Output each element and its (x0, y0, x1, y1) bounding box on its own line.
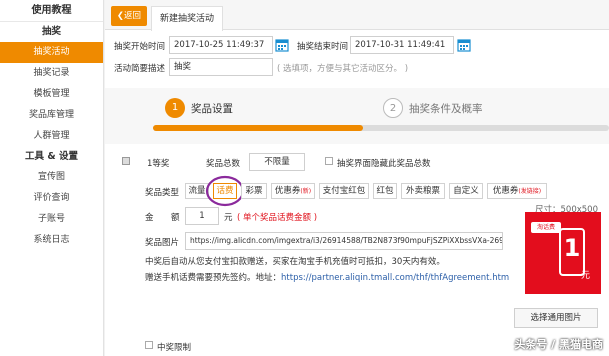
sidebar-item-template-management[interactable]: 模板管理 (0, 84, 103, 105)
type-food-voucher-button[interactable]: 外卖粮票 (401, 183, 445, 199)
amount-input[interactable]: 1 (185, 207, 219, 225)
type-coupon-new-button[interactable]: 优惠券(新) (271, 183, 315, 199)
prize-enable-checkbox[interactable] (122, 157, 130, 165)
step-1-label[interactable]: 奖品设置 (191, 101, 233, 116)
sidebar-item-sub-account[interactable]: 子账号 (0, 209, 103, 230)
sidebar-item-prize-library[interactable]: 奖品库管理 (0, 105, 103, 126)
amount-unit: 元 (224, 213, 233, 223)
win-limit-checkbox[interactable] (145, 341, 153, 349)
badge-title: 淘话费 (531, 222, 561, 233)
sidebar-item-system-log[interactable]: 系统日志 (0, 230, 103, 251)
sidebar-item-review-query[interactable]: 评价查询 (0, 188, 103, 209)
description-label: 活动简要描述 (114, 64, 166, 74)
back-label: 返回 (124, 11, 142, 21)
calendar-icon[interactable] (457, 38, 471, 52)
sidebar-title[interactable]: 使用教程 (0, 0, 103, 22)
sidebar-item-audience-management[interactable]: 人群管理 (0, 126, 103, 147)
prize-description-line2: 赠送手机话费需要预先签约。地址：https://partner.aliqin.t… (145, 271, 509, 283)
badge-unit: 元 (581, 271, 591, 281)
sidebar-item-promo-image[interactable]: 宣传图 (0, 167, 103, 188)
hide-total-checkbox[interactable] (325, 157, 333, 165)
step-2-number: 2 (383, 98, 403, 118)
calendar-icon[interactable] (275, 38, 289, 52)
start-time-input[interactable]: 2017-10-25 11:49:37 (169, 36, 273, 54)
back-button[interactable]: ❮返回 (111, 6, 147, 26)
type-redpacket-button[interactable]: 红包 (373, 183, 397, 199)
start-time-label: 抽奖开始时间 (114, 42, 166, 52)
tab-bar: ❮返回 新建抽奖活动 (105, 0, 609, 31)
amount-label-1: 金 (145, 213, 154, 223)
agreement-prefix: 赠送手机话费需要预先签约。地址： (145, 273, 282, 283)
type-alipay-redpacket-button[interactable]: 支付宝红包 (319, 183, 369, 199)
hide-total-label: 抽奖界面隐藏此奖品总数 (337, 159, 431, 169)
step-1-number: 1 (165, 98, 185, 118)
type-coupon-link-button[interactable]: 优惠券(发链接) (487, 183, 547, 199)
prize-image-label: 奖品图片 (145, 238, 180, 248)
watermark: 头条号 / 黑猫电商 (514, 338, 603, 351)
prize-section: 1等奖 奖品总数 不限量 抽奖界面隐藏此奖品总数 奖品类型 流量 话费 彩票 优… (105, 148, 609, 356)
type-lottery-ticket-button[interactable]: 彩票 (241, 183, 267, 199)
prize-image-url-input[interactable]: https://img.alicdn.com/imgextra/i3/26914… (185, 232, 503, 250)
win-limit-label: 中奖限制 (157, 343, 192, 353)
prize-description-line1: 中奖后自动从您支付宝扣款赠送，买家在淘宝手机充值时可抵扣，30天内有效。 (145, 257, 445, 267)
sidebar-item-lottery-records[interactable]: 抽奖记录 (0, 63, 103, 84)
prize-total-input[interactable]: 不限量 (249, 153, 305, 171)
description-input[interactable]: 抽奖 (169, 58, 273, 76)
tab-new-lottery[interactable]: 新建抽奖活动 (151, 6, 224, 31)
sidebar: 使用教程 抽奖 抽奖活动 抽奖记录 模板管理 奖品库管理 人群管理 工具 & 设… (0, 0, 104, 356)
end-time-label: 抽奖结束时间 (297, 42, 349, 52)
description-hint: ( 选填项，方便与其它活动区分。 ) (277, 64, 409, 74)
sidebar-group-lottery: 抽奖 (41, 26, 61, 37)
type-custom-button[interactable]: 自定义 (449, 183, 483, 199)
amount-note: ( 单个奖品话费金额 ) (237, 213, 318, 223)
prize-total-label: 奖品总数 (206, 159, 241, 169)
badge-value: 1 (563, 234, 581, 262)
choose-image-button[interactable]: 选择通用图片 (514, 308, 598, 328)
prize-rank: 1等奖 (147, 159, 170, 169)
amount-label-2: 额 (171, 213, 180, 223)
end-time-input[interactable]: 2017-10-31 11:49:41 (350, 36, 454, 54)
step-2-label[interactable]: 抽奖条件及概率 (409, 101, 483, 116)
prize-type-label: 奖品类型 (145, 188, 180, 198)
prize-image-preview: 淘话费 1 元 (525, 212, 601, 294)
chevron-left-icon: ❮ (116, 11, 125, 21)
agreement-link[interactable]: https://partner.aliqin.tmall.com/thf/thf… (281, 273, 509, 283)
highlight-circle (205, 175, 245, 207)
sidebar-group-tools: 工具 & 设置 (25, 151, 78, 162)
step-indicator: 1 奖品设置 2 抽奖条件及概率 (105, 88, 609, 144)
progress-fill (153, 125, 363, 131)
sidebar-item-lottery-activity[interactable]: 抽奖活动 (0, 42, 103, 63)
main-panel: ❮返回 新建抽奖活动 抽奖开始时间 2017-10-25 11:49:37 抽奖… (105, 0, 609, 356)
